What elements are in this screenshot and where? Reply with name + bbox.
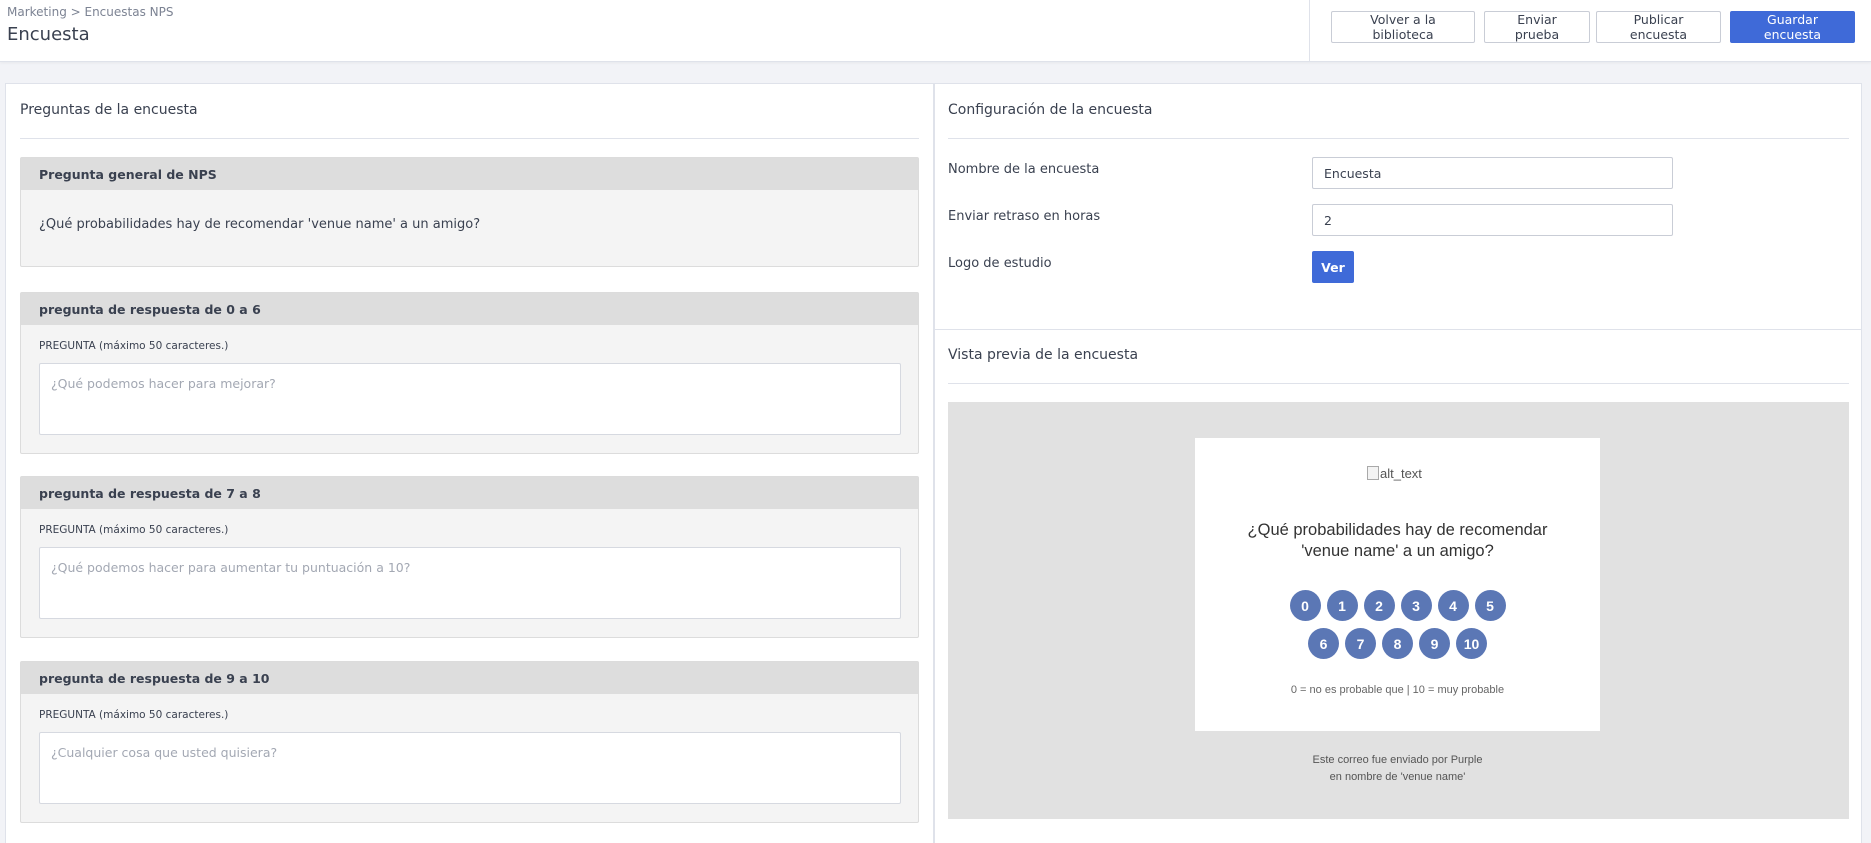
config-panel: Configuración de la encuesta Nombre de l… [934,83,1862,843]
question-card-7-8: pregunta de respuesta de 7 a 8 PREGUNTA … [20,476,919,638]
save-survey-button[interactable]: Guardar encuesta [1730,11,1855,43]
question-field-label: PREGUNTA (máximo 50 caracteres.) [39,709,229,721]
view-logo-button[interactable]: Ver [1312,251,1354,283]
card-heading: pregunta de respuesta de 0 a 6 [21,293,918,325]
divider [948,383,1849,384]
questions-panel: Preguntas de la encuesta Pregunta genera… [5,83,934,843]
score-button-6[interactable]: 6 [1308,628,1339,659]
score-row-2: 6 7 8 9 10 [1195,628,1600,659]
question-card-9-10: pregunta de respuesta de 9 a 10 PREGUNTA… [20,661,919,823]
config-panel-title: Configuración de la encuesta [948,102,1153,118]
score-button-2[interactable]: 2 [1363,590,1395,621]
section-divider [935,329,1861,330]
divider [20,138,919,139]
footer-line-1: Este correo fue enviado por Purple [1312,754,1483,766]
page-title: Encuesta [7,24,90,45]
publish-survey-button[interactable]: Publicar encuesta [1596,11,1721,43]
back-to-library-button[interactable]: Volver a la biblioteca [1331,11,1475,43]
send-delay-label: Enviar retraso en horas [948,209,1101,224]
header-divider [1309,0,1310,62]
card-heading: pregunta de respuesta de 7 a 8 [21,477,918,509]
question-0-6-input[interactable] [39,363,901,435]
email-preview-card: alt_text ¿Qué probabilidades hay de reco… [1195,438,1600,731]
score-button-0[interactable]: 0 [1289,590,1321,621]
divider [948,138,1849,139]
broken-image-icon: alt_text [1367,464,1427,482]
score-button-3[interactable]: 3 [1400,590,1432,621]
question-9-10-input[interactable] [39,732,901,804]
survey-preview-area: alt_text ¿Qué probabilidades hay de reco… [948,402,1849,819]
score-button-9[interactable]: 9 [1419,628,1450,659]
questions-panel-title: Preguntas de la encuesta [20,102,198,118]
score-button-10[interactable]: 10 [1456,628,1487,659]
general-question-text: ¿Qué probabilidades hay de recomendar 'v… [39,217,481,232]
preview-question: ¿Qué probabilidades hay de recomendar 'v… [1247,521,1548,560]
footer-line-2: en nombre de 'venue name' [1329,771,1466,783]
top-header: Marketing > Encuestas NPS Encuesta Volve… [0,0,1871,62]
card-heading: Pregunta general de NPS [21,158,918,190]
logo-alt-text: alt_text [1380,465,1422,481]
breadcrumb[interactable]: Marketing > Encuestas NPS [7,5,173,19]
question-field-label: PREGUNTA (máximo 50 caracteres.) [39,340,229,352]
question-card-0-6: pregunta de respuesta de 0 a 6 PREGUNTA … [20,292,919,454]
question-field-label: PREGUNTA (máximo 50 caracteres.) [39,524,229,536]
survey-name-input[interactable] [1312,157,1673,189]
send-test-button[interactable]: Enviar prueba [1484,11,1590,43]
survey-name-label: Nombre de la encuesta [948,162,1100,177]
broken-image-box [1367,466,1379,480]
logo-label: Logo de estudio [948,256,1052,271]
card-heading: pregunta de respuesta de 9 a 10 [21,662,918,694]
question-7-8-input[interactable] [39,547,901,619]
email-footer-note: Este correo fue enviado por Purple en no… [1195,752,1600,786]
score-button-8[interactable]: 8 [1382,628,1413,659]
score-button-4[interactable]: 4 [1437,590,1469,621]
score-button-1[interactable]: 1 [1326,590,1358,621]
score-row-1: 0 1 2 3 4 5 [1195,590,1600,621]
score-button-5[interactable]: 5 [1474,590,1506,621]
score-button-7[interactable]: 7 [1345,628,1376,659]
send-delay-input[interactable] [1312,204,1673,236]
preview-title: Vista previa de la encuesta [948,347,1139,363]
scale-note: 0 = no es probable que | 10 = muy probab… [1290,684,1505,696]
general-nps-question-card: Pregunta general de NPS ¿Qué probabilida… [20,157,919,267]
